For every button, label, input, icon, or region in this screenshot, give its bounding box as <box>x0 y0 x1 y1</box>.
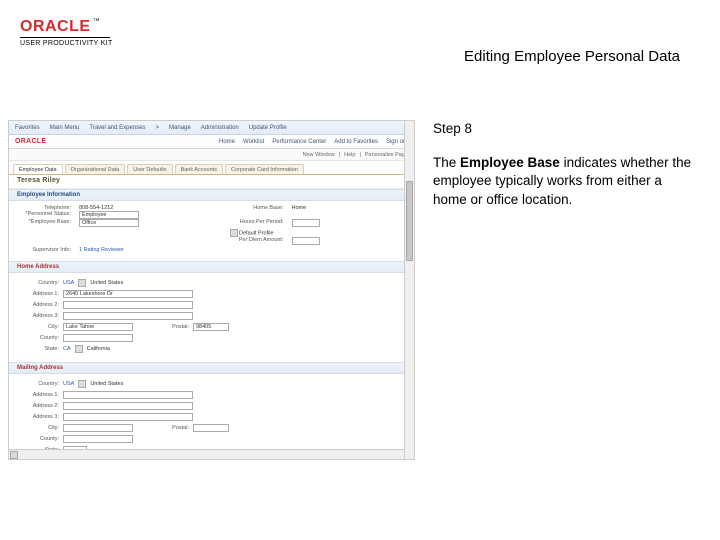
link-addfav[interactable]: Add to Favorites <box>334 139 378 145</box>
employee-name: Teresa Riley <box>9 175 414 189</box>
lookup-icon[interactable] <box>78 380 86 388</box>
logo-underline <box>20 37 110 38</box>
tab-employee-data[interactable]: Employee Data <box>13 164 63 174</box>
label-home-county: County: <box>17 335 63 341</box>
nav-arrow: > <box>156 125 160 131</box>
app-subbar: New Window | Help | Personalize Page <box>9 149 414 161</box>
scrollbar-thumb[interactable] <box>406 181 413 261</box>
input-mail-postal[interactable] <box>193 424 229 432</box>
input-home-postal[interactable]: 98405 <box>193 323 229 331</box>
input-mail-address1[interactable] <box>63 391 193 399</box>
checkbox-default-profile[interactable] <box>230 229 238 237</box>
page-title: Editing Employee Personal Data <box>464 48 680 65</box>
label-home-address3: Address 3: <box>17 313 63 319</box>
term-employee-base: Employee Base <box>460 155 560 170</box>
link-personalize[interactable]: Personalize Page <box>365 152 408 158</box>
lookup-icon[interactable] <box>78 279 86 287</box>
step-label: Step 8 <box>433 120 693 138</box>
label-mail-address3: Address 3: <box>17 414 63 420</box>
vertical-scrollbar[interactable] <box>404 121 414 459</box>
input-hours-per-period[interactable] <box>292 219 320 227</box>
input-mail-city[interactable] <box>63 424 133 432</box>
label-personnel-status: *Personnel Status: <box>17 211 75 219</box>
home-address-form: Country: USA United States Address 1: 26… <box>9 273 414 362</box>
input-mail-address3[interactable] <box>63 413 193 421</box>
section-mailing-address: Mailing Address <box>9 362 414 374</box>
instruction-panel: Step 8 The Employee Base indicates wheth… <box>433 120 693 460</box>
value-mail-country[interactable]: USA <box>63 381 74 387</box>
nav-travel[interactable]: Travel and Expenses <box>89 125 145 131</box>
select-personnel-status[interactable]: Employee <box>79 211 139 219</box>
label-mail-city: City: <box>17 425 63 431</box>
label-home-address1: Address 1: <box>17 291 63 297</box>
input-home-address3[interactable] <box>63 312 193 320</box>
label-mail-address1: Address 1: <box>17 392 63 398</box>
tab-org-data[interactable]: Organizational Data <box>65 164 126 174</box>
input-mail-county[interactable] <box>63 435 133 443</box>
label-supervisor-info: Supervisor Info: <box>17 247 75 253</box>
label-employee-base: *Employee Base: <box>17 219 75 229</box>
subbrand-text: USER PRODUCTIVITY KIT <box>20 40 113 47</box>
lookup-icon[interactable] <box>75 345 83 353</box>
app-screenshot: Favorites Main Menu Travel and Expenses … <box>8 120 415 460</box>
label-mail-address2: Address 2: <box>17 403 63 409</box>
input-per-diem[interactable] <box>292 237 320 245</box>
value-home-country[interactable]: USA <box>63 280 74 286</box>
value-home-state[interactable]: CA <box>63 346 71 352</box>
input-home-address1[interactable]: 2640 Lakeshore Dr <box>63 290 193 298</box>
input-mail-address2[interactable] <box>63 402 193 410</box>
label-mail-country: Country: <box>17 381 63 387</box>
brand-text: ORACLE <box>20 18 91 35</box>
tabstrip: Employee Data Organizational Data User D… <box>9 161 414 175</box>
app-topbar: ORACLE Home Worklist Performance Center … <box>9 135 414 149</box>
horizontal-scrollbar[interactable] <box>9 449 404 459</box>
employee-info-form: Telephone: 808-554-1212 Home Base: Home … <box>9 201 414 261</box>
inner-oracle-logo: ORACLE <box>15 138 46 145</box>
label-home-postal: Postal: <box>133 324 193 330</box>
label-per-diem: Per Diem Amount: <box>230 237 288 247</box>
nav-admin[interactable]: Administration <box>201 125 239 131</box>
input-home-city[interactable]: Lake Tahoe <box>63 323 133 331</box>
label-home-city: City: <box>17 324 63 330</box>
label-home-address2: Address 2: <box>17 302 63 308</box>
label-home-state: State: <box>17 346 63 352</box>
value-mail-country-name: United States <box>90 381 123 387</box>
label-mail-county: County: <box>17 436 63 442</box>
section-employee-info: Employee Information <box>9 189 414 201</box>
trademark: ™ <box>93 18 100 25</box>
label-mail-postal: Postal: <box>133 425 193 431</box>
link-worklist[interactable]: Worklist <box>243 139 264 145</box>
instruction-text: The Employee Base indicates whether the … <box>433 154 693 209</box>
select-employee-base[interactable]: Office <box>79 219 139 227</box>
link-help[interactable]: Help <box>344 152 355 158</box>
tab-bank-accounts[interactable]: Bank Accounts <box>175 164 223 174</box>
scroll-left-icon[interactable] <box>10 451 18 459</box>
nav-main[interactable]: Main Menu <box>50 125 80 131</box>
value-home-state-name: California <box>87 346 110 352</box>
nav-manage[interactable]: Manage <box>169 125 191 131</box>
section-home-address: Home Address <box>9 261 414 273</box>
input-home-county[interactable] <box>63 334 133 342</box>
link-perf[interactable]: Performance Center <box>272 139 326 145</box>
label-hours-per-period: Hours Per Period: <box>230 219 288 229</box>
nav-favorites[interactable]: Favorites <box>15 125 40 131</box>
breadcrumb: Favorites Main Menu Travel and Expenses … <box>9 121 414 135</box>
link-supervisor-info[interactable]: 1 Rating Reviewer <box>79 247 226 253</box>
label-home-country: Country: <box>17 280 63 286</box>
nav-update[interactable]: Update Profile <box>249 125 287 131</box>
input-home-address2[interactable] <box>63 301 193 309</box>
link-home[interactable]: Home <box>219 139 235 145</box>
value-home-country-name: United States <box>90 280 123 286</box>
link-newwindow[interactable]: New Window <box>303 152 335 158</box>
tab-user-defaults[interactable]: User Defaults <box>127 164 172 174</box>
oracle-logo: ORACLE™ USER PRODUCTIVITY KIT <box>20 18 113 47</box>
tab-corp-card[interactable]: Corporate Card Information <box>225 164 304 174</box>
mailing-address-form: Country: USA United States Address 1: Ad… <box>9 374 414 460</box>
label-default-profile: Default Profile <box>239 230 274 236</box>
